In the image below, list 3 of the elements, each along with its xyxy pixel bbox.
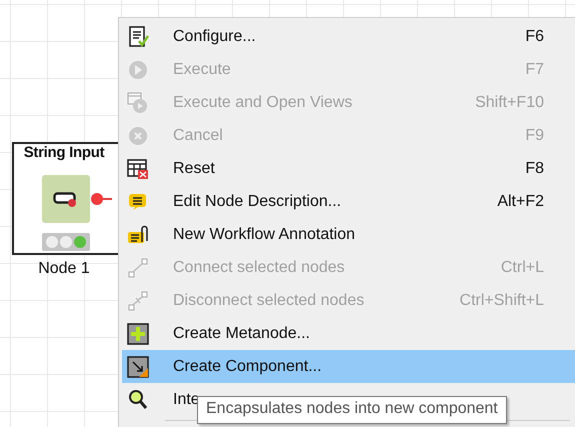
tooltip: Encapsulates nodes into new component (197, 396, 507, 424)
node-title: String Input (22, 144, 106, 161)
node-label: Node 1 (37, 260, 91, 278)
